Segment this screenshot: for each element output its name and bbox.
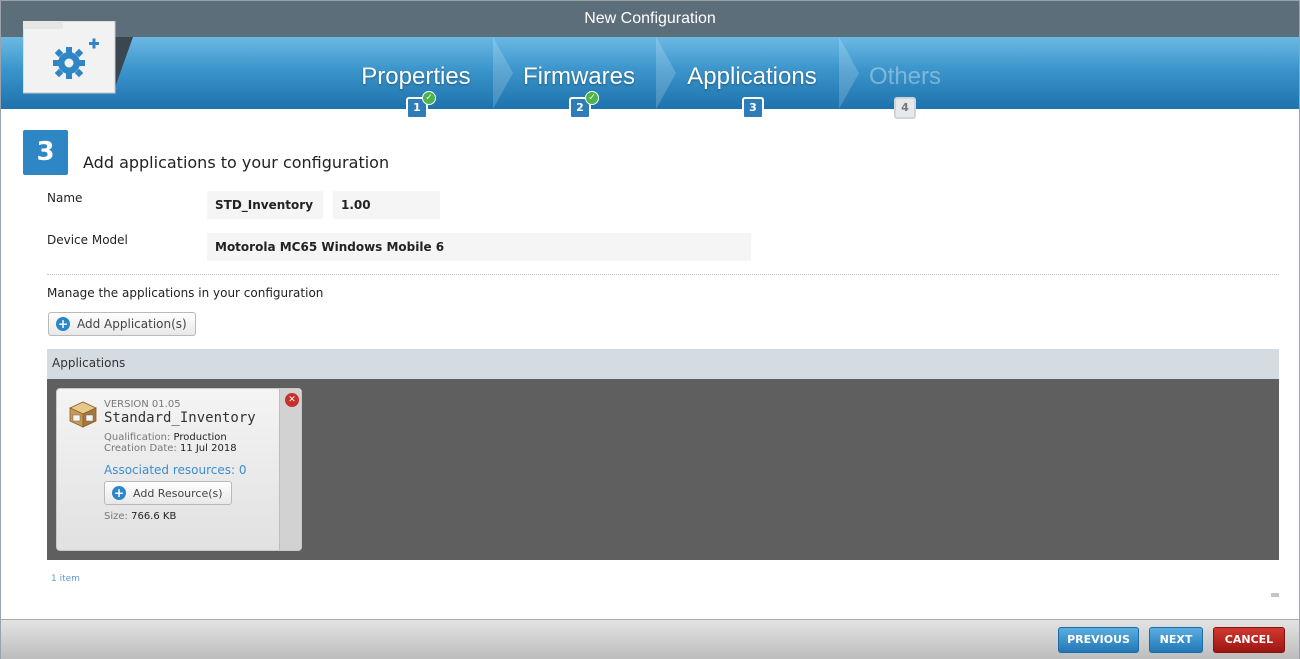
new-configuration-dialog: New Configuration Properties Firmwares A… (0, 0, 1300, 659)
dialog-footer: PREVIOUS NEXT CANCEL (1, 619, 1299, 659)
configuration-folder-icon (23, 21, 133, 94)
applications-header: Applications (47, 349, 1279, 379)
qualification-label: Qualification: (104, 432, 171, 443)
page-title: Add applications to your configuration (83, 153, 390, 172)
add-resource-button[interactable]: + Add Resource(s) (104, 481, 232, 505)
application-card[interactable]: ✕ VERSION 01.05 Standard_Inventory Quali… (56, 388, 302, 551)
dialog-title: New Configuration (1, 1, 1299, 37)
application-version: VERSION 01.05 (104, 399, 181, 410)
plus-icon: + (112, 486, 126, 500)
version-field[interactable]: 1.00 (333, 191, 440, 219)
name-field[interactable]: STD_Inventory (207, 191, 323, 219)
application-size: Size: 766.6 KB (104, 511, 176, 522)
device-model-label: Device Model (47, 233, 128, 247)
current-step-badge: 3 (23, 130, 68, 175)
manage-applications-text: Manage the applications in your configur… (47, 286, 324, 300)
associated-resources-link[interactable]: Associated resources: 0 (104, 463, 247, 477)
plus-icon: + (56, 317, 70, 331)
card-scrollbar[interactable] (279, 389, 301, 550)
step-separator (656, 37, 676, 109)
application-qualification: Qualification: Production Creation Date:… (104, 432, 237, 454)
wizard-step-label: Properties (361, 63, 471, 90)
add-resource-label: Add Resource(s) (133, 487, 223, 500)
wizard-step-label: Applications (687, 63, 817, 90)
qualification-value: Production (173, 432, 227, 443)
step-number-badge: 3 (742, 97, 764, 119)
resize-handle[interactable] (1271, 593, 1279, 597)
package-icon (69, 401, 97, 428)
item-count: 1 item (51, 574, 80, 584)
wizard-step-label: Firmwares (523, 63, 635, 90)
name-label: Name (47, 191, 83, 205)
divider (47, 274, 1279, 275)
application-name: Standard_Inventory (104, 410, 256, 426)
size-value: 766.6 KB (131, 511, 177, 522)
wizard-step-label: Others (868, 63, 942, 90)
check-icon: ✓ (422, 91, 436, 105)
next-button[interactable]: NEXT (1149, 627, 1203, 653)
add-application-label: Add Application(s) (77, 317, 187, 331)
remove-icon[interactable]: ✕ (285, 393, 299, 407)
creation-date-value: 11 Jul 2018 (179, 443, 237, 454)
step-number-badge: 4 (894, 97, 916, 119)
device-model-field[interactable]: Motorola MC65 Windows Mobile 6 (207, 233, 751, 261)
add-application-button[interactable]: + Add Application(s) (48, 312, 196, 336)
previous-button[interactable]: PREVIOUS (1058, 627, 1139, 653)
check-icon: ✓ (585, 91, 599, 105)
creation-date-label: Creation Date: (104, 443, 177, 454)
size-label: Size: (104, 511, 128, 522)
wizard-steps-bar: Properties Firmwares Applications Others (1, 37, 1299, 109)
cancel-button[interactable]: CANCEL (1213, 627, 1285, 653)
